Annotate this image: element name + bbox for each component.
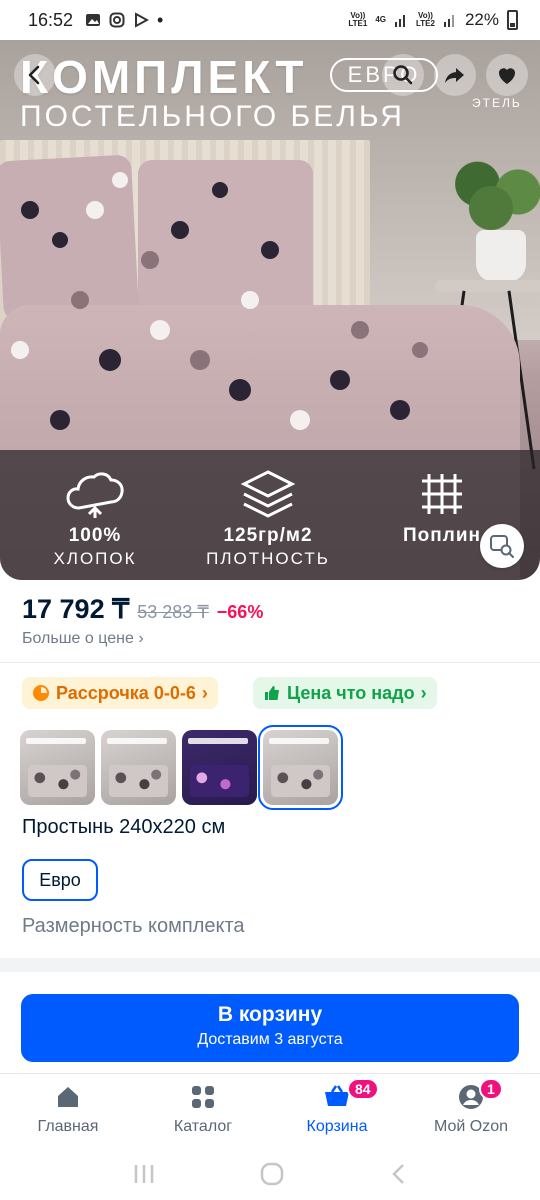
catalog-icon [192, 1086, 214, 1108]
gallery-icon [86, 14, 101, 26]
home-nav-icon[interactable] [259, 1161, 285, 1187]
system-nav-bar [0, 1148, 540, 1200]
variant-thumb[interactable] [101, 730, 176, 805]
size-section-label: Размерность комплекта [22, 915, 245, 937]
feature-density: 125гр/м2 ПЛОТНОСТЬ [198, 465, 338, 569]
search-button[interactable] [382, 54, 424, 96]
sheet-size-text: Простынь 240x220 см [22, 816, 226, 838]
status-notification-icons: • [85, 10, 163, 31]
chevron-right-icon: › [138, 630, 144, 647]
delivery-date-label: Доставим 3 августа [197, 1031, 343, 1048]
tab-profile[interactable]: 1 Мой Ozon [411, 1078, 531, 1136]
chevron-right-icon: › [201, 682, 208, 703]
variant-thumbnails [20, 725, 343, 810]
play-icon [135, 12, 150, 28]
more-notifications-dot: • [157, 9, 164, 30]
weave-icon [422, 474, 462, 514]
home-icon [58, 1087, 78, 1107]
sim1-indicator: Vo)) LTE1 [348, 11, 368, 28]
signal2-icon [443, 15, 454, 27]
tab-label: Мой Ozon [433, 1118, 509, 1135]
more-about-price-label: Больше о цене [22, 630, 134, 647]
hero-brand: ЭТЕЛЬ [472, 96, 522, 110]
battery-percent: 22% [464, 10, 499, 29]
back-button[interactable] [14, 54, 56, 96]
variant-thumb-selected[interactable] [258, 725, 343, 810]
share-button[interactable] [434, 54, 476, 96]
tab-label: Каталог [173, 1118, 233, 1135]
price-current: 17 792 ₸ [22, 594, 130, 624]
layers-icon [240, 470, 296, 518]
cart-badge: 84 [347, 1078, 379, 1100]
instagram-icon [109, 12, 125, 28]
section-separator [0, 958, 540, 972]
share-icon [445, 68, 464, 83]
size-option-euro[interactable]: Евро [22, 859, 98, 901]
chevron-right-icon: › [420, 682, 427, 703]
add-to-cart-label: В корзину [217, 1003, 323, 1026]
installment-chip[interactable]: Рассрочка 0-0-6 › [22, 677, 218, 709]
price-row: 17 792 ₸ 53 283 ₸ −66% [22, 594, 263, 625]
profile-badge: 1 [479, 1078, 503, 1100]
tab-catalog[interactable]: Каталог [143, 1082, 263, 1136]
network-4g-indicator: 4G [375, 15, 386, 24]
price-discount: −66% [216, 602, 264, 622]
feature-label: ХЛОПОК [53, 549, 137, 568]
status-system-icons: Vo)) LTE1 4G Vo)) LTE2 22% [348, 10, 518, 30]
tab-label: Главная [37, 1118, 99, 1135]
tab-home[interactable]: Главная [8, 1082, 128, 1136]
add-to-cart-button[interactable]: В корзину Доставим 3 августа [21, 994, 519, 1062]
variant-thumb[interactable] [182, 730, 257, 805]
back-nav-icon[interactable] [388, 1162, 408, 1186]
feature-cotton: 100% ХЛОПОК [25, 465, 165, 569]
fair-price-label: Цена что надо [287, 682, 415, 703]
search-icon [393, 65, 413, 85]
more-about-price-link[interactable]: Больше о цене › [22, 630, 144, 648]
battery-icon [507, 10, 518, 30]
thumbs-up-icon [265, 686, 279, 700]
feature-value: 100% [68, 525, 122, 546]
fair-price-chip[interactable]: Цена что надо › [253, 677, 437, 709]
tab-label: Корзина [306, 1118, 368, 1135]
favorite-button[interactable] [486, 54, 528, 96]
bottom-tab-bar: Главная Каталог 84 Корзина 1 Мой Ozon [0, 1073, 540, 1147]
image-search-icon [490, 535, 514, 558]
tab-cart[interactable]: 84 Корзина [277, 1078, 397, 1136]
hero-title: КОМПЛЕКТ [20, 51, 308, 103]
recent-apps-icon[interactable] [132, 1163, 156, 1185]
signal-icon [395, 15, 405, 27]
sim2-indicator: Vo)) LTE2 [416, 11, 435, 28]
heart-icon [498, 68, 516, 84]
image-search-button[interactable] [480, 524, 524, 568]
hero-flowers [11, 172, 428, 430]
product-image[interactable]: КОМПЛЕКТ ПОСТЕЛЬНОГО БЕЛЬЯ ЕВРО ЭТЕЛЬ 10… [0, 40, 540, 580]
installment-icon [33, 685, 49, 701]
installment-label: Рассрочка 0-0-6 [56, 682, 196, 703]
chevron-left-icon [28, 65, 40, 85]
feature-value: 125гр/м2 [223, 525, 313, 546]
feature-label: ПЛОТНОСТЬ [206, 549, 330, 568]
status-time: 16:52 [28, 9, 74, 30]
price-old: 53 283 ₸ [137, 602, 209, 622]
status-bar: 16:52 • Vo)) LTE1 4G Vo)) LTE2 22% [0, 0, 540, 40]
cotton-icon [66, 472, 124, 518]
hero-pot [476, 230, 526, 282]
hero-subtitle: ПОСТЕЛЬНОГО БЕЛЬЯ [20, 100, 405, 133]
variant-thumb[interactable] [20, 730, 95, 805]
divider [0, 662, 540, 663]
